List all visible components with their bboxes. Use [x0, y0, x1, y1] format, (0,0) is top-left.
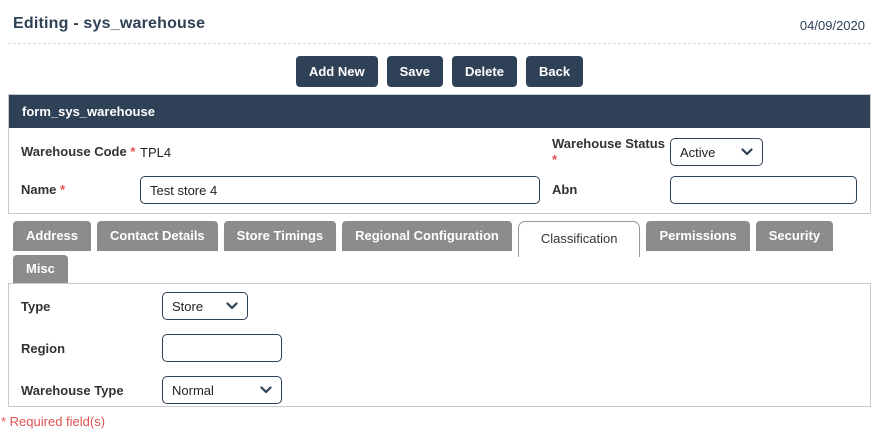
classification-panel: Type Store Region Warehouse Type Normal [8, 283, 871, 407]
type-label: Type [9, 299, 162, 314]
chevron-down-icon [741, 148, 753, 156]
tab-contact-details[interactable]: Contact Details [97, 221, 218, 251]
tab-permissions[interactable]: Permissions [646, 221, 749, 251]
form-panel: form_sys_warehouse Warehouse Code * TPL4… [8, 94, 871, 214]
tab-store-timings[interactable]: Store Timings [224, 221, 336, 251]
save-button[interactable]: Save [387, 56, 443, 87]
warehouse-edit-page: Editing - sys_warehouse 04/09/2020 Add N… [0, 0, 879, 435]
tab-bar: Address Contact Details Store Timings Re… [13, 221, 879, 251]
form-row: Warehouse Type Normal [9, 376, 870, 404]
tab-misc[interactable]: Misc [13, 255, 68, 283]
warehouse-status-select[interactable]: Active [670, 138, 763, 166]
tab-bar-row2: Misc [13, 255, 879, 283]
required-asterisk: * [60, 182, 65, 197]
region-input[interactable] [162, 334, 282, 362]
page-header: Editing - sys_warehouse 04/09/2020 [0, 0, 879, 33]
tab-classification[interactable]: Classification [518, 221, 641, 257]
type-select[interactable]: Store [162, 292, 248, 320]
warehouse-code-value: TPL4 [140, 145, 171, 160]
type-selected-value: Store [172, 299, 203, 314]
name-label: Name * [9, 182, 140, 198]
abn-label: Abn [552, 182, 670, 198]
name-cell [140, 176, 552, 204]
tab-address[interactable]: Address [13, 221, 91, 251]
chevron-down-icon [260, 386, 272, 394]
tab-security[interactable]: Security [756, 221, 833, 251]
form-row: Name * Abn [9, 171, 870, 213]
delete-button[interactable]: Delete [452, 56, 517, 87]
warehouse-status-label: Warehouse Status * [552, 136, 670, 168]
required-asterisk: * [552, 152, 557, 167]
page-title: Editing - sys_warehouse [13, 15, 205, 33]
tab-regional-configuration[interactable]: Regional Configuration [342, 221, 512, 251]
warehouse-type-selected-value: Normal [172, 383, 214, 398]
form-row: Type Store [9, 292, 870, 320]
abn-input[interactable] [670, 176, 857, 204]
warehouse-status-selected-value: Active [680, 145, 715, 160]
action-toolbar: Add New Save Delete Back [0, 56, 879, 87]
form-row: Warehouse Code * TPL4 Warehouse Status *… [9, 128, 870, 171]
required-asterisk: * [130, 144, 135, 159]
header-divider [8, 43, 871, 44]
warehouse-type-label: Warehouse Type [9, 383, 162, 398]
date-label: 04/09/2020 [800, 15, 865, 33]
warehouse-code-cell: TPL4 [140, 145, 552, 160]
warehouse-code-label: Warehouse Code * [9, 144, 140, 160]
form-panel-title: form_sys_warehouse [9, 95, 870, 128]
chevron-down-icon [226, 302, 238, 310]
required-fields-note: * Required field(s) [1, 414, 879, 429]
form-row: Region [9, 334, 870, 362]
add-new-button[interactable]: Add New [296, 56, 378, 87]
warehouse-type-select[interactable]: Normal [162, 376, 282, 404]
name-input[interactable] [140, 176, 540, 204]
region-label: Region [9, 341, 162, 356]
back-button[interactable]: Back [526, 56, 583, 87]
